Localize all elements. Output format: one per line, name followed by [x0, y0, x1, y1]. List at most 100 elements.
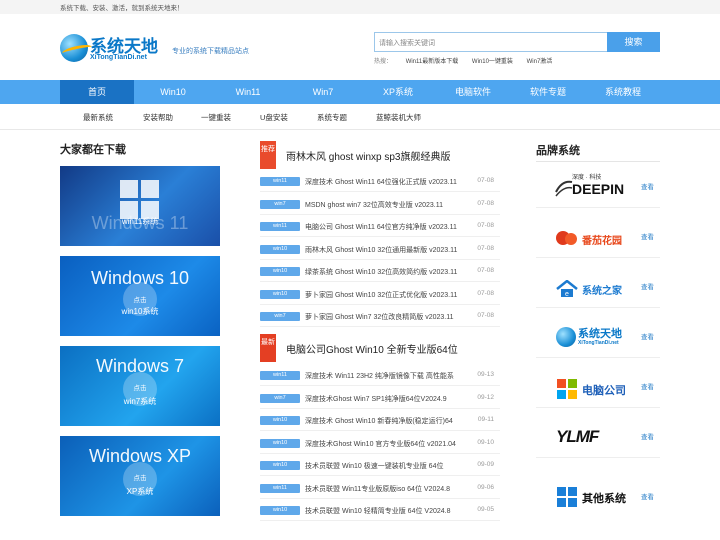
- system-tiandi-logo: 系统天地 XiTongTianDi.net: [546, 322, 626, 350]
- list-item-date: 07-08: [477, 199, 494, 207]
- view-link[interactable]: 查看: [641, 181, 654, 191]
- brand-pc-company[interactable]: 电脑公司 查看: [536, 364, 660, 408]
- windows-logo-icon: [556, 486, 578, 508]
- brand-deepin[interactable]: 深度 · 科技 DEEPIN 查看: [536, 164, 660, 208]
- view-link[interactable]: 查看: [641, 491, 654, 501]
- os-tag: win10: [260, 244, 300, 254]
- list-item[interactable]: win7 MSDN ghost win7 32位高效专业版 v2023.11 07-…: [260, 199, 500, 211]
- list-item-title[interactable]: MSDN ghost win7 32位高效专业版 v2023.11: [305, 200, 473, 210]
- view-link[interactable]: 查看: [641, 381, 654, 391]
- list-item-title[interactable]: 绿茶系统 Ghost Win10 32位高效简约版 v2023.11: [305, 267, 473, 277]
- list-item[interactable]: win11 深度技术 Win11 23H2 纯净版镜像下载 高性能系 09-13: [260, 370, 500, 382]
- brand-tomato-garden[interactable]: 番茄花园 查看: [536, 214, 660, 258]
- view-link[interactable]: 查看: [641, 281, 654, 291]
- windows-flag-icon: [556, 378, 578, 400]
- slogan: 专业的系统下载精品站点: [172, 48, 249, 55]
- top-bar: 系统下载、安装、激活，就到系统天地来！: [0, 0, 720, 14]
- latest-badge: 最新: [260, 334, 276, 362]
- nav-item-win7[interactable]: Win7: [286, 80, 360, 104]
- site-logo[interactable]: 系统天地 XiTongTianDi.net: [60, 32, 170, 68]
- subnav-item[interactable]: 安装帮助: [143, 112, 173, 123]
- list-item-date: 09-13: [477, 371, 494, 378]
- list-item-title[interactable]: 雨林木风 Ghost Win10 32位通用最新版 v2023.11: [305, 245, 473, 255]
- os-card-xp[interactable]: Windows XP 点击 XP系统: [60, 436, 220, 516]
- nav-item-tutorials[interactable]: 系统教程: [586, 80, 660, 104]
- list-item[interactable]: win10 绿茶系统 Ghost Win10 32位高效简约版 v2023.11 0…: [260, 266, 500, 278]
- list-item-date: 07-08: [477, 244, 494, 252]
- list-item[interactable]: win10 技术员联盟 Win10 轻精简专业版 64位 V2024.8 09-05: [260, 505, 500, 517]
- os-tag: win10: [260, 506, 300, 515]
- view-link[interactable]: 查看: [641, 431, 654, 441]
- list-item-title[interactable]: 深度技术 Win11 23H2 纯净版镜像下载 高性能系: [305, 371, 473, 381]
- tiandi-domain: XiTongTianDi.net: [578, 340, 619, 346]
- view-link[interactable]: 查看: [641, 331, 654, 341]
- click-text: 点击: [133, 385, 147, 392]
- os-card-win7[interactable]: Windows 7 点击 win7系统: [60, 346, 220, 426]
- subnav-item[interactable]: U盘安装: [260, 112, 288, 123]
- brand-system-home[interactable]: e 系统之家 查看: [536, 264, 660, 308]
- featured-title[interactable]: 电脑公司Ghost Win10 全新专业版64位: [286, 341, 458, 356]
- brands-title: 品牌系统: [536, 145, 580, 157]
- search-input[interactable]: 请输入搜索关键词: [374, 32, 608, 52]
- row-divider: [260, 430, 500, 431]
- os-card-win10[interactable]: Windows 10 点击 win10系统: [60, 256, 220, 336]
- os-card-win11[interactable]: Windows 11 win11系统: [60, 166, 220, 246]
- hot-link[interactable]: Win11最新版本下载: [406, 59, 459, 65]
- list-item[interactable]: win11 电脑公司 Ghost Win11 64位官方纯净版 v2023.11 0…: [260, 221, 500, 233]
- subnav-item[interactable]: 系统专题: [317, 112, 347, 123]
- list-item-title[interactable]: 深度技术 Ghost Win10 新春纯净版(稳定运行)64: [305, 416, 473, 426]
- ylmf-name: YLMF: [556, 427, 599, 446]
- list-item-date: 07-08: [477, 267, 494, 274]
- list-item-title[interactable]: 电脑公司 Ghost Win11 64位官方纯净版 v2023.11: [305, 222, 473, 232]
- list-item-title[interactable]: 深度技术Ghost Win7 SP1纯净版64位V2024.9: [305, 394, 473, 404]
- row-divider: [260, 497, 500, 499]
- brand-ylmf[interactable]: YLMF 查看: [536, 414, 660, 458]
- list-item-date: 07-08: [477, 312, 494, 319]
- subnav-item[interactable]: 蓝鲸装机大师: [376, 112, 421, 123]
- featured-title[interactable]: 雨林木风 ghost winxp sp3旗舰经典版: [286, 148, 451, 163]
- list-item[interactable]: win10 萝卜家园 Ghost Win10 32位正式优化版 v2023.11 0…: [260, 289, 500, 301]
- list-item-date: 09-12: [477, 393, 494, 401]
- os-tag: win7: [260, 199, 300, 209]
- row-divider: [260, 520, 500, 521]
- nav-item-xp[interactable]: XP系统: [361, 80, 435, 104]
- recommend-badge: 推荐: [260, 141, 276, 169]
- nav-item-win10[interactable]: Win10: [136, 80, 210, 104]
- downloads-title: 大家都在下载: [60, 144, 126, 156]
- list-item[interactable]: win11 深度技术 Ghost Win11 64位强化正式版 v2023.11 0…: [260, 176, 500, 188]
- search-button[interactable]: 搜索: [607, 32, 660, 52]
- subnav-item[interactable]: 最新系统: [83, 112, 113, 123]
- hot-link[interactable]: Win10一键重装: [472, 59, 513, 65]
- list-item-title[interactable]: 技术员联盟 Win10 轻精简专业版 64位 V2024.8: [305, 506, 473, 516]
- list-item-title[interactable]: 技术员联盟 Win11专业版原版iso 64位 V2024.8: [305, 484, 473, 494]
- header: 系统天地 XiTongTianDi.net 专业的系统下载精品站点 请输入搜索关…: [0, 14, 720, 80]
- nav-item-topics[interactable]: 软件专题: [511, 80, 585, 104]
- row-divider: [260, 191, 500, 192]
- list-item[interactable]: win10 技术员联盟 Win10 极速一键装机专业版 64位 09-09: [260, 460, 500, 472]
- list-item-title[interactable]: 萝卜家园 Ghost Win7 32位改良精简版 v2023.11: [305, 312, 473, 322]
- svg-text:e: e: [565, 291, 569, 298]
- hot-searches: 热搜： Win11最新版本下载 Win10一键重装 Win7激活: [374, 56, 552, 65]
- nav-item-home[interactable]: 首页: [60, 80, 134, 104]
- tiandi-name: 系统天地: [578, 328, 622, 340]
- list-item[interactable]: win7 萝卜家园 Ghost Win7 32位改良精简版 v2023.11 07-…: [260, 311, 500, 323]
- hot-link[interactable]: Win7激活: [527, 59, 553, 65]
- view-link[interactable]: 查看: [641, 231, 654, 241]
- nav-item-software[interactable]: 电脑软件: [436, 80, 510, 104]
- list-item[interactable]: win10 深度技术Ghost Win10 官方专业版64位 v2021.04 09…: [260, 438, 500, 450]
- list-item-title[interactable]: 萝卜家园 Ghost Win10 32位正式优化版 v2023.11: [305, 290, 473, 300]
- nav-item-win11[interactable]: Win11: [211, 80, 285, 104]
- list-item[interactable]: win7 深度技术Ghost Win7 SP1纯净版64位V2024.9 09-12: [260, 393, 500, 405]
- list-item[interactable]: win10 雨林木风 Ghost Win10 32位通用最新版 v2023.11 0…: [260, 244, 500, 256]
- list-item[interactable]: win11 技术员联盟 Win11专业版原版iso 64位 V2024.8 09-0…: [260, 483, 500, 495]
- list-item-title[interactable]: 深度技术 Ghost Win11 64位强化正式版 v2023.11: [305, 177, 473, 187]
- brand-system-tiandi[interactable]: 系统天地 XiTongTianDi.net 查看: [536, 314, 660, 358]
- list-item-title[interactable]: 技术员联盟 Win10 极速一键装机专业版 64位: [305, 461, 473, 471]
- row-divider: [260, 326, 500, 327]
- brand-other[interactable]: 其他系统 查看: [536, 474, 660, 518]
- list-item-title[interactable]: 深度技术Ghost Win10 官方专业版64位 v2021.04: [305, 439, 473, 449]
- list-item[interactable]: win10 深度技术 Ghost Win10 新春纯净版(稳定运行)64 09-11: [260, 415, 500, 427]
- subnav-item[interactable]: 一键重装: [201, 112, 231, 123]
- ylmf-logo: YLMF: [546, 422, 626, 450]
- top-bar-text: 系统下载、安装、激活，就到系统天地来！: [60, 5, 184, 12]
